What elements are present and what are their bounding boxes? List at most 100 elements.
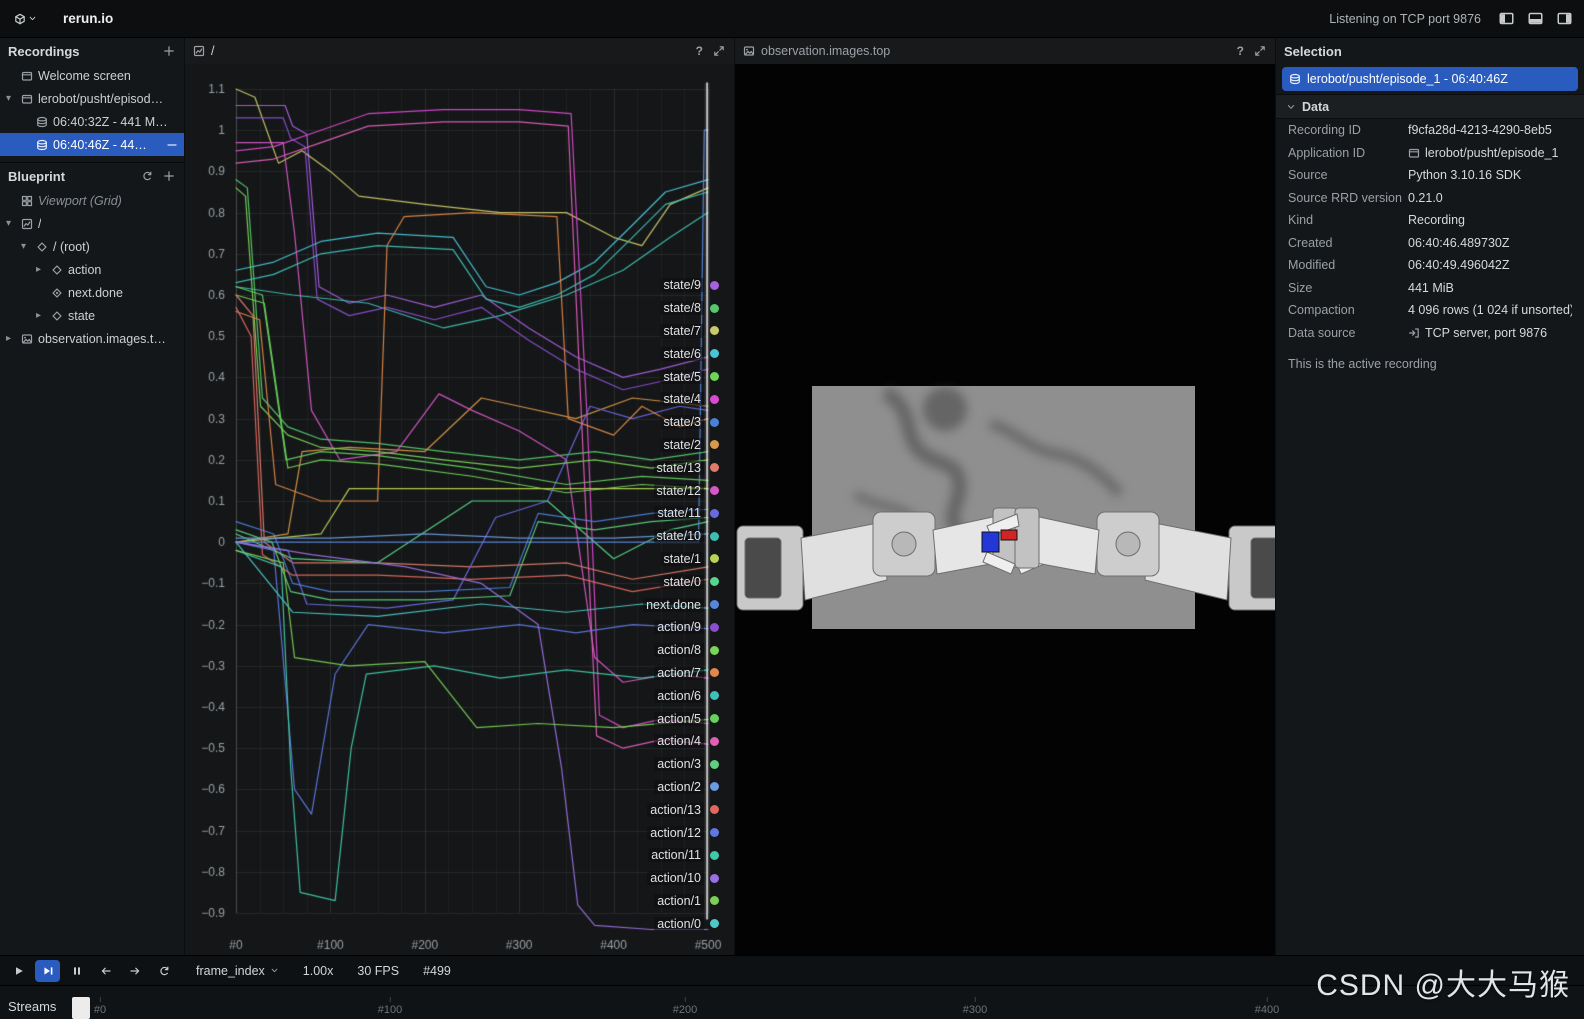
camera-image-view[interactable] xyxy=(735,64,1275,955)
legend-label: action/11 xyxy=(648,848,704,863)
recordings-title: Recordings xyxy=(8,43,80,59)
follow-latest-button[interactable] xyxy=(35,959,60,982)
legend-item[interactable]: action/11 xyxy=(648,844,719,867)
plus-icon xyxy=(163,170,175,182)
chevron-down-icon[interactable]: ▾ xyxy=(6,93,16,104)
legend-item[interactable]: state/12 xyxy=(653,479,719,502)
blueprint-item-label: observation.images.t… xyxy=(38,331,166,346)
chevron-down-icon[interactable]: ▾ xyxy=(21,241,31,252)
legend-item[interactable]: state/8 xyxy=(660,297,719,320)
legend-item[interactable]: state/5 xyxy=(660,365,719,388)
help-button[interactable]: ? xyxy=(1236,43,1245,59)
legend-label: state/13 xyxy=(653,460,704,475)
property-value-text: 441 MiB xyxy=(1408,280,1454,295)
legend-item[interactable]: action/6 xyxy=(654,684,719,707)
recording-properties-table: Recording ID f9cfa28d-4213-4290-8eb5 Appli… xyxy=(1276,119,1584,344)
reset-icon xyxy=(141,170,153,182)
blueprint-item[interactable]: ▾ / xyxy=(0,212,184,235)
expand-icon xyxy=(1254,45,1266,57)
blue-cube-marker xyxy=(981,531,1000,553)
toggle-bottom-panel-button[interactable] xyxy=(1526,9,1545,28)
blueprint-item[interactable]: Viewport (Grid) xyxy=(0,189,184,212)
legend-color-dot xyxy=(710,645,719,655)
chevron-right-icon[interactable]: ▸ xyxy=(36,310,46,321)
legend-item[interactable]: action/1 xyxy=(654,890,719,913)
legend-item[interactable]: action/13 xyxy=(647,798,719,821)
legend-label: action/7 xyxy=(654,665,704,680)
dash-icon[interactable] xyxy=(166,139,178,151)
legend-item[interactable]: state/9 xyxy=(660,274,719,297)
playback-speed[interactable]: 1.00x xyxy=(303,964,334,978)
legend-label: action/9 xyxy=(654,620,704,635)
legend-item[interactable]: state/1 xyxy=(660,548,719,571)
legend-item[interactable]: state/0 xyxy=(660,570,719,593)
recording-item[interactable]: 06:40:32Z - 441 M… xyxy=(0,110,184,133)
property-value-text: 4 096 rows (1 024 if unsorted) xyxy=(1408,303,1572,318)
legend-item[interactable]: action/2 xyxy=(654,776,719,799)
legend-item[interactable]: state/7 xyxy=(660,320,719,343)
panel-resize-handle[interactable] xyxy=(72,997,90,1019)
property-label: Created xyxy=(1288,235,1333,250)
legend-label: action/8 xyxy=(654,643,704,658)
legend-label: state/6 xyxy=(660,346,704,361)
app-menu-button[interactable] xyxy=(10,9,41,29)
blueprint-tree: Viewport (Grid) ▾ / ▾ / (root) ▸ action next.do… xyxy=(0,189,184,350)
legend-item[interactable]: action/5 xyxy=(654,707,719,730)
play-button[interactable] xyxy=(6,960,31,982)
pause-button[interactable] xyxy=(64,960,89,982)
legend-item[interactable]: action/3 xyxy=(654,753,719,776)
step-back-button[interactable] xyxy=(93,960,118,982)
data-section-header[interactable]: Data xyxy=(1276,94,1584,119)
maximize-view-button[interactable] xyxy=(712,44,726,58)
legend-item[interactable]: action/7 xyxy=(654,662,719,685)
rerun-logo-icon xyxy=(14,13,26,25)
legend-item[interactable]: state/3 xyxy=(660,411,719,434)
legend-item[interactable]: state/6 xyxy=(660,342,719,365)
legend-item[interactable]: action/0 xyxy=(654,912,719,935)
legend-label: action/12 xyxy=(647,825,704,840)
panel-right-icon xyxy=(1557,11,1572,26)
recording-item[interactable]: ▾ lerobot/pusht/episod… xyxy=(0,87,184,110)
legend-label: action/10 xyxy=(647,871,704,886)
add-recording-button[interactable] xyxy=(162,44,176,58)
maximize-view-button[interactable] xyxy=(1253,44,1267,58)
add-view-button[interactable] xyxy=(162,169,176,183)
legend-label: state/1 xyxy=(660,551,704,566)
toggle-right-panel-button[interactable] xyxy=(1555,9,1574,28)
blueprint-item[interactable]: ▾ / (root) xyxy=(0,235,184,258)
legend-color-dot xyxy=(710,896,719,906)
timeline-tick-label: #300 xyxy=(962,997,988,1016)
recording-item[interactable]: 06:40:46Z - 44… xyxy=(0,133,184,156)
legend-item[interactable]: state/4 xyxy=(660,388,719,411)
legend-item[interactable]: action/4 xyxy=(654,730,719,753)
legend-item[interactable]: next.done xyxy=(643,593,719,616)
legend-item[interactable]: state/11 xyxy=(654,502,719,525)
chevron-right-icon[interactable]: ▸ xyxy=(36,264,46,275)
loop-button[interactable] xyxy=(151,960,176,982)
legend-item[interactable]: state/10 xyxy=(653,525,719,548)
legend-item[interactable]: state/2 xyxy=(660,434,719,457)
chevron-right-icon[interactable]: ▸ xyxy=(6,333,16,344)
diamond-dot-icon xyxy=(51,287,63,299)
toggle-left-panel-button[interactable] xyxy=(1497,9,1516,28)
blueprint-item[interactable]: ▸ state xyxy=(0,304,184,327)
reset-blueprint-button[interactable] xyxy=(140,169,154,183)
timeline-selector[interactable]: frame_index xyxy=(196,964,279,978)
blueprint-item[interactable]: ▸ action xyxy=(0,258,184,281)
help-button[interactable]: ? xyxy=(695,43,704,59)
legend-item[interactable]: action/8 xyxy=(654,639,719,662)
selected-recording-item[interactable]: lerobot/pusht/episode_1 - 06:40:46Z xyxy=(1282,67,1578,91)
legend-item[interactable]: state/13 xyxy=(653,456,719,479)
recording-item[interactable]: Welcome screen xyxy=(0,64,184,87)
blueprint-item[interactable]: next.done xyxy=(0,281,184,304)
app-title: rerun.io xyxy=(63,11,114,26)
chevron-down-icon[interactable]: ▾ xyxy=(6,218,16,229)
legend-item[interactable]: action/9 xyxy=(654,616,719,639)
legend-color-dot xyxy=(710,873,719,883)
timeline-name: frame_index xyxy=(196,963,265,978)
legend-item[interactable]: action/10 xyxy=(647,867,719,890)
legend-item[interactable]: action/12 xyxy=(647,821,719,844)
step-forward-button[interactable] xyxy=(122,960,147,982)
recording-item-label: 06:40:46Z - 44… xyxy=(53,137,147,152)
blueprint-item[interactable]: ▸ observation.images.t… xyxy=(0,327,184,350)
